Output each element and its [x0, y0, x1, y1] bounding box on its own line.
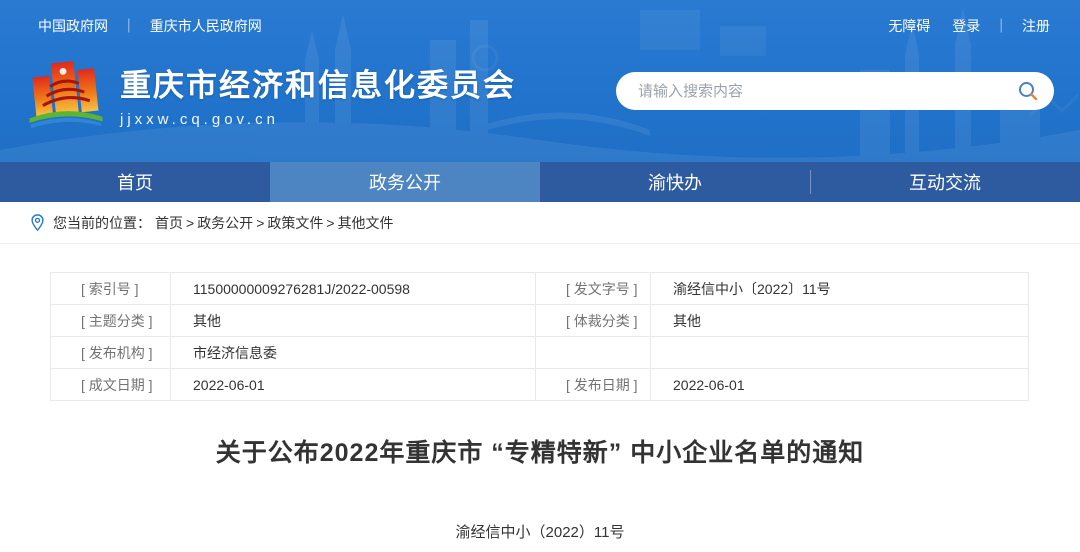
tab-home[interactable]: 首页: [0, 162, 270, 202]
meta-label-genre: [ 体裁分类 ]: [536, 305, 651, 337]
meta-label-subject: [ 主题分类 ]: [51, 305, 171, 337]
meta-label-issuer: [ 发布机构 ]: [51, 337, 171, 369]
link-cq-gov[interactable]: 重庆市人民政府网: [150, 18, 262, 34]
table-row: [ 成文日期 ] 2022-06-01 [ 发布日期 ] 2022-06-01: [51, 369, 1029, 401]
meta-value-genre: 其他: [651, 305, 1029, 337]
breadcrumb-home[interactable]: 首页: [155, 213, 183, 233]
agency-emblem-icon: [28, 54, 104, 134]
site-header: 中国政府网 ｜ 重庆市人民政府网 无障碍 登录 ｜ 注册: [0, 0, 1080, 162]
site-url: jjxxw.cq.gov.cn: [120, 111, 516, 128]
separator: ｜: [994, 18, 1008, 34]
meta-value-written-date: 2022-06-01: [171, 369, 536, 401]
utility-bar: 中国政府网 ｜ 重庆市人民政府网 无障碍 登录 ｜ 注册: [38, 16, 1050, 36]
meta-value-doc-symbol: 渝经信中小〔2022〕11号: [651, 273, 1029, 305]
account-links: 无障碍 登录 ｜ 注册: [888, 16, 1050, 36]
meta-value-index: 11500000009276281J/2022-00598: [171, 273, 536, 305]
breadcrumb-separator: >: [326, 215, 334, 231]
tab-yukuaiban[interactable]: 渝快办: [540, 162, 810, 202]
meta-label-index: [ 索引号 ]: [51, 273, 171, 305]
meta-label-doc-symbol: [ 发文字号 ]: [536, 273, 651, 305]
table-row: [ 发布机构 ] 市经济信息委: [51, 337, 1029, 369]
tab-interaction[interactable]: 互动交流: [810, 162, 1080, 202]
meta-value-empty: [651, 337, 1029, 369]
tab-gov-info[interactable]: 政务公开: [270, 162, 540, 202]
breadcrumb: 您当前的位置： 首页 > 政务公开 > 政策文件 > 其他文件: [0, 202, 1080, 244]
meta-value-issuer: 市经济信息委: [171, 337, 536, 369]
table-row: [ 索引号 ] 11500000009276281J/2022-00598 [ …: [51, 273, 1029, 305]
article-doc-number: 渝经信中小（2022）11号: [0, 521, 1080, 542]
meta-value-subject: 其他: [171, 305, 536, 337]
search-bar: [616, 72, 1054, 110]
breadcrumb-separator: >: [256, 215, 264, 231]
meta-label-written-date: [ 成文日期 ]: [51, 369, 171, 401]
location-pin-icon: [30, 214, 45, 232]
site-brand[interactable]: 重庆市经济和信息化委员会 jjxxw.cq.gov.cn: [28, 54, 516, 134]
link-china-gov[interactable]: 中国政府网: [38, 18, 108, 34]
accessibility-link[interactable]: 无障碍: [888, 18, 930, 34]
meta-label-publish-date: [ 发布日期 ]: [536, 369, 651, 401]
site-title: 重庆市经济和信息化委员会: [120, 60, 516, 105]
table-row: [ 主题分类 ] 其他 [ 体裁分类 ] 其他: [51, 305, 1029, 337]
breadcrumb-other-files[interactable]: 其他文件: [338, 213, 394, 233]
article-title: 关于公布2022年重庆市 “专精特新” 中小企业名单的通知: [0, 433, 1080, 469]
gov-links: 中国政府网 ｜ 重庆市人民政府网: [38, 16, 262, 36]
meta-value-publish-date: 2022-06-01: [651, 369, 1029, 401]
search-icon[interactable]: [1016, 79, 1040, 103]
doc-meta-table: [ 索引号 ] 11500000009276281J/2022-00598 [ …: [50, 272, 1029, 401]
search-input[interactable]: [638, 83, 1016, 100]
doc-meta-section: [ 索引号 ] 11500000009276281J/2022-00598 [ …: [50, 272, 1028, 401]
breadcrumb-policy-files[interactable]: 政策文件: [267, 213, 323, 233]
meta-label-empty: [536, 337, 651, 369]
breadcrumb-gov-info[interactable]: 政务公开: [197, 213, 253, 233]
breadcrumb-separator: >: [186, 215, 194, 231]
breadcrumb-prefix: 您当前的位置：: [53, 213, 151, 233]
login-link[interactable]: 登录: [952, 18, 980, 34]
separator: ｜: [122, 18, 136, 34]
register-link[interactable]: 注册: [1022, 18, 1050, 34]
main-nav: 首页 政务公开 渝快办 互动交流: [0, 162, 1080, 202]
